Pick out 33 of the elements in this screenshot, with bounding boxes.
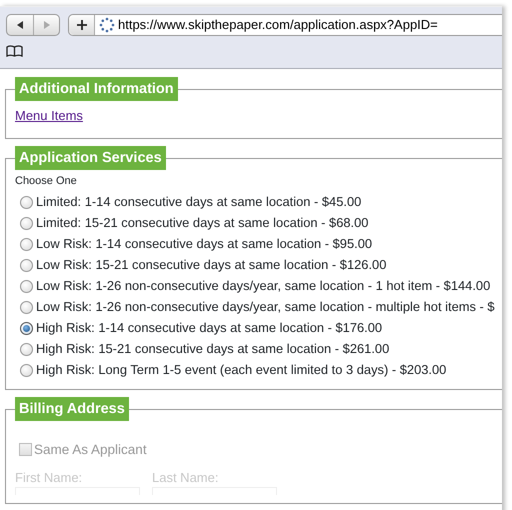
- radio-button[interactable]: [20, 300, 33, 314]
- option-label[interactable]: Limited: 15-21 consecutive days at same location - $68.00: [36, 213, 368, 233]
- option-label[interactable]: High Risk: Long Term 1-5 event (each event limited to 3 days) - $203.00: [36, 360, 446, 380]
- plus-icon: [76, 20, 86, 30]
- add-bookmark-button[interactable]: [69, 15, 95, 35]
- radio-button[interactable]: [20, 196, 33, 208]
- option-label[interactable]: High Risk: 15-21 consecutive days at same location - $261.00: [36, 339, 390, 359]
- radio-button[interactable]: [20, 364, 33, 376]
- option-label[interactable]: Limited: 1-14 consecutive days at same location - $45.00: [36, 192, 362, 212]
- radio-button[interactable]: [20, 280, 33, 292]
- back-arrow-icon: [17, 21, 23, 29]
- forward-arrow-icon: [44, 21, 50, 29]
- radio-button[interactable]: [20, 216, 33, 230]
- radio-button[interactable]: [20, 322, 33, 334]
- option-label[interactable]: Low Risk: 15-21 consecutive days at same location - $126.00: [36, 255, 386, 275]
- option-label[interactable]: High Risk: 1-14 consecutive days at same location - $176.00: [36, 318, 382, 338]
- option-label[interactable]: Low Risk: 1-26 non-consecutive days/year, same location - multiple hot items - $: [36, 297, 495, 317]
- checkbox-label: Same As Applicant: [34, 440, 147, 459]
- radio-button[interactable]: [20, 342, 33, 356]
- option-label[interactable]: Low Risk: 1-14 consecutive days at same location - $95.00: [36, 234, 372, 254]
- section-heading: Billing Address: [15, 396, 129, 420]
- url-text: https://www.skipthepaper.com/application.aspx?AppID=: [117, 16, 438, 34]
- section-heading: Additional Information: [15, 77, 178, 101]
- prompt-label: Choose One: [15, 174, 78, 189]
- checkbox[interactable]: [19, 443, 32, 456]
- bookmarks-icon[interactable]: [6, 45, 23, 58]
- menu-items-link[interactable]: Menu Items: [15, 108, 83, 123]
- section-heading: Application Services: [15, 146, 166, 170]
- loading-icon: [99, 17, 115, 33]
- radio-button[interactable]: [20, 238, 33, 250]
- option-label[interactable]: Low Risk: 1-26 non-consecutive days/year, same location - 1 hot item - $144.00: [36, 276, 490, 296]
- address-bar[interactable]: https://www.skipthepaper.com/application.aspx?AppID=: [68, 14, 502, 36]
- radio-button[interactable]: [20, 258, 33, 272]
